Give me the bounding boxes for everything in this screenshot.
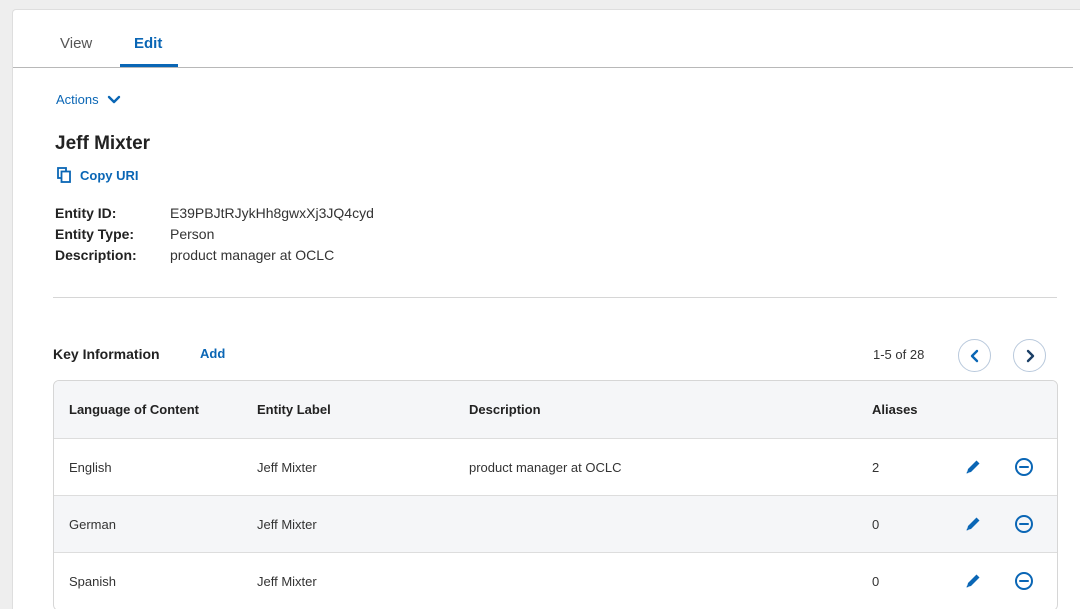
entity-metadata: Entity ID: E39PBJtRJykHh8gwxXj3JQ4cyd En… xyxy=(55,203,374,266)
minus-circle-icon xyxy=(1015,458,1033,476)
cell-language: Spanish xyxy=(69,573,116,589)
chevron-right-icon xyxy=(1026,349,1034,362)
field-label: Entity ID: xyxy=(55,205,117,221)
cell-entity-label: Jeff Mixter xyxy=(257,573,317,589)
description-value: product manager at OCLC xyxy=(170,247,335,263)
entity-title: Jeff Mixter xyxy=(55,133,151,154)
table-header-row: Language of Content Entity Label Descrip… xyxy=(54,381,1057,439)
entity-type-row: Entity Type: Person xyxy=(55,224,374,245)
edit-row-button[interactable] xyxy=(964,439,982,495)
description-row: Description: product manager at OCLC xyxy=(55,245,374,266)
next-page-button[interactable] xyxy=(1013,339,1046,372)
tab-bar: View Edit xyxy=(13,10,1073,68)
active-tab-indicator xyxy=(120,64,178,67)
add-key-info-button[interactable]: Add xyxy=(200,346,225,361)
minus-circle-icon xyxy=(1015,572,1033,590)
entity-card: View Edit Actions Jeff Mixter Copy URI E… xyxy=(12,9,1080,609)
actions-label: Actions xyxy=(56,92,99,107)
remove-row-button[interactable] xyxy=(1014,553,1034,609)
edit-row-button[interactable] xyxy=(964,553,982,609)
tab-view[interactable]: View xyxy=(60,35,92,52)
edit-row-button[interactable] xyxy=(964,496,982,552)
field-label: Description: xyxy=(55,247,137,263)
cell-description: product manager at OCLC xyxy=(469,459,622,475)
column-header-aliases: Aliases xyxy=(872,402,918,417)
actions-menu[interactable]: Actions xyxy=(56,92,121,107)
cell-entity-label: Jeff Mixter xyxy=(257,459,317,475)
entity-id-value: E39PBJtRJykHh8gwxXj3JQ4cyd xyxy=(170,205,374,221)
remove-row-button[interactable] xyxy=(1014,439,1034,495)
cell-aliases: 0 xyxy=(872,516,880,532)
chevron-down-icon xyxy=(107,95,120,103)
entity-type-value: Person xyxy=(170,226,215,242)
pencil-icon xyxy=(966,460,980,474)
cell-aliases: 0 xyxy=(872,573,880,589)
pencil-icon xyxy=(966,517,980,531)
remove-row-button[interactable] xyxy=(1014,496,1034,552)
pagination-range: 1-5 of 28 xyxy=(873,347,925,362)
key-information-table: Language of Content Entity Label Descrip… xyxy=(53,380,1058,609)
minus-circle-icon xyxy=(1015,515,1033,533)
column-header-language: Language of Content xyxy=(69,402,199,417)
table-row: English Jeff Mixter product manager at O… xyxy=(54,439,1057,496)
cell-language: German xyxy=(69,516,116,532)
column-header-description: Description xyxy=(469,402,541,417)
pencil-icon xyxy=(966,574,980,588)
tab-edit[interactable]: Edit xyxy=(134,35,162,52)
column-header-entity-label: Entity Label xyxy=(257,402,331,417)
cell-aliases: 2 xyxy=(872,459,880,475)
table-row: Spanish Jeff Mixter 0 xyxy=(54,553,1057,609)
key-information-heading: Key Information xyxy=(53,346,160,362)
cell-entity-label: Jeff Mixter xyxy=(257,516,317,532)
section-divider xyxy=(53,297,1057,298)
cell-language: English xyxy=(69,459,112,475)
table-row: German Jeff Mixter 0 xyxy=(54,496,1057,553)
copy-uri-label: Copy URI xyxy=(80,167,139,183)
field-label: Entity Type: xyxy=(55,226,135,242)
copy-uri-button[interactable]: Copy URI xyxy=(57,167,139,183)
copy-icon xyxy=(57,167,71,183)
previous-page-button[interactable] xyxy=(958,339,991,372)
chevron-left-icon xyxy=(970,349,978,362)
entity-id-row: Entity ID: E39PBJtRJykHh8gwxXj3JQ4cyd xyxy=(55,203,374,224)
